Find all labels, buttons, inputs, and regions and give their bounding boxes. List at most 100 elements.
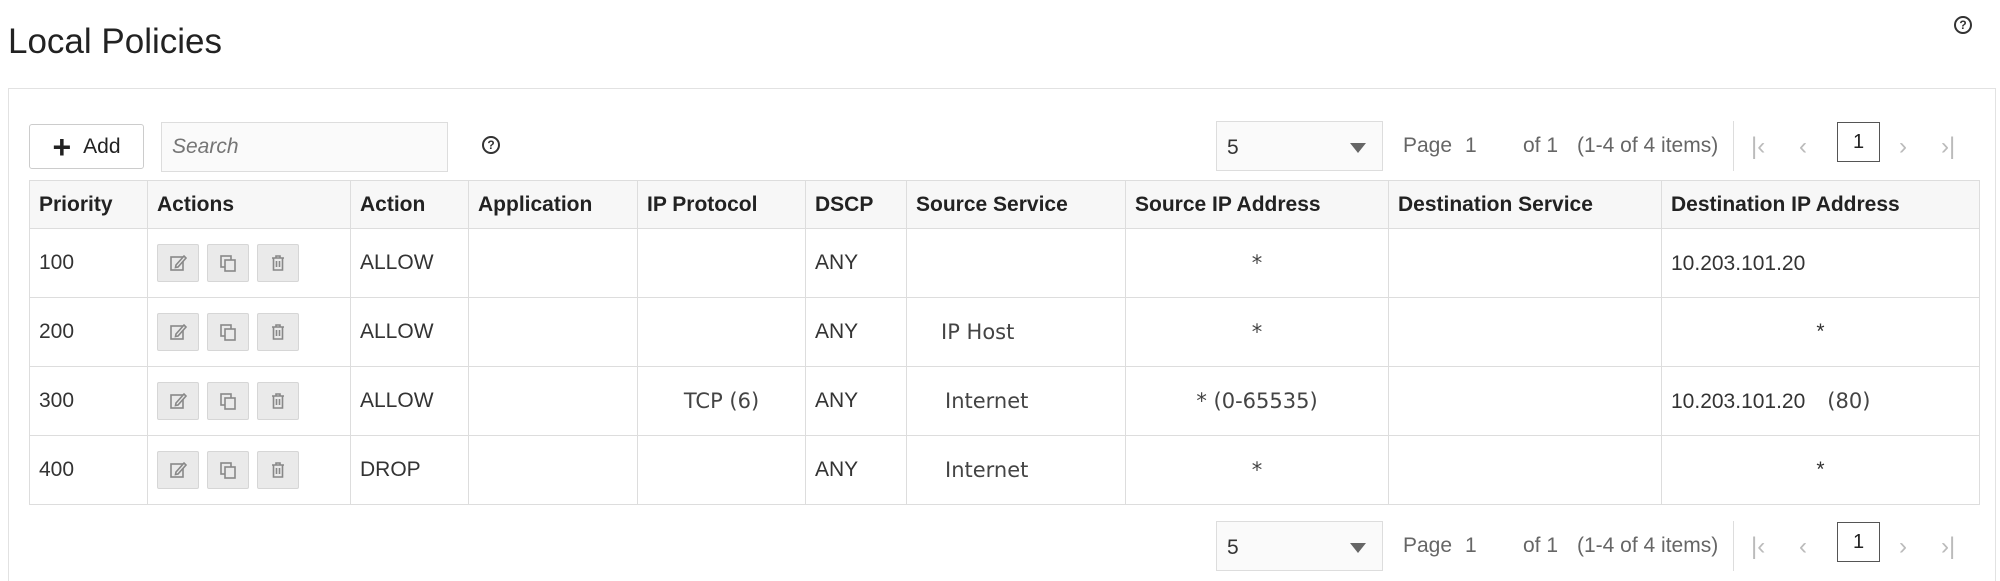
cell-ip-protocol bbox=[637, 297, 806, 367]
cell-destination-service bbox=[1388, 297, 1662, 367]
page-size-value: 5 bbox=[1227, 136, 1239, 159]
search-help-icon[interactable]: ? bbox=[482, 136, 500, 154]
destination-ip-value: * bbox=[1816, 320, 1825, 343]
column-header-source-service[interactable]: Source Service bbox=[906, 180, 1126, 229]
edit-icon[interactable] bbox=[157, 244, 199, 282]
next-page-icon[interactable]: › bbox=[1899, 133, 1907, 161]
last-page-icon[interactable]: ›| bbox=[1941, 533, 1955, 561]
page-size-value: 5 bbox=[1227, 536, 1239, 559]
cell-action: ALLOW bbox=[350, 228, 469, 298]
cell-dscp: ANY bbox=[805, 297, 907, 367]
table-row: 200 ALLOW ANY IP Host * * bbox=[29, 297, 1980, 367]
trash-icon[interactable] bbox=[257, 451, 299, 489]
cell-dscp: ANY bbox=[805, 228, 907, 298]
cell-dscp: ANY bbox=[805, 366, 907, 436]
cell-priority: 100 bbox=[29, 228, 148, 298]
cell-source-service bbox=[906, 228, 1126, 298]
cell-action: DROP bbox=[350, 435, 469, 505]
copy-icon[interactable] bbox=[207, 382, 249, 420]
column-header-destination-service[interactable]: Destination Service bbox=[1388, 180, 1662, 229]
column-header-destination-ip[interactable]: Destination IP Address bbox=[1661, 180, 1980, 229]
table-row: 300 ALLOW TCP (6) ANY Internet * (0-6553… bbox=[29, 366, 1980, 436]
pager-divider bbox=[1733, 121, 1734, 171]
cell-application bbox=[468, 228, 638, 298]
page-of-label: of 1 bbox=[1523, 534, 1559, 557]
column-header-actions: Actions bbox=[147, 180, 351, 229]
prev-page-icon[interactable]: ‹ bbox=[1799, 133, 1807, 161]
cell-ip-protocol bbox=[637, 435, 806, 505]
cell-application bbox=[468, 297, 638, 367]
page-title: Local Policies bbox=[8, 22, 222, 61]
cell-source-ip: * bbox=[1125, 297, 1389, 367]
cell-application bbox=[468, 366, 638, 436]
column-header-priority[interactable]: Priority bbox=[29, 180, 148, 229]
first-page-icon[interactable]: |‹ bbox=[1751, 533, 1765, 561]
page-of-label: of 1 bbox=[1523, 134, 1559, 157]
last-page-icon[interactable]: ›| bbox=[1941, 133, 1955, 161]
page-size-select[interactable]: 5 bbox=[1216, 521, 1383, 571]
page-label: Page bbox=[1403, 534, 1453, 557]
copy-icon[interactable] bbox=[207, 313, 249, 351]
cell-destination-ip: * bbox=[1661, 297, 1980, 367]
edit-icon[interactable] bbox=[157, 451, 199, 489]
column-header-source-ip[interactable]: Source IP Address bbox=[1125, 180, 1389, 229]
edit-icon[interactable] bbox=[157, 382, 199, 420]
cell-source-service: Internet bbox=[906, 366, 1126, 436]
cell-ip-protocol bbox=[637, 228, 806, 298]
cell-action: ALLOW bbox=[350, 297, 469, 367]
page-label: Page bbox=[1403, 134, 1453, 157]
cell-dscp: ANY bbox=[805, 435, 907, 505]
copy-icon[interactable] bbox=[207, 244, 249, 282]
cell-destination-service bbox=[1388, 366, 1662, 436]
cell-priority: 200 bbox=[29, 297, 148, 367]
destination-port: (80) bbox=[1827, 388, 1871, 413]
cell-destination-service bbox=[1388, 435, 1662, 505]
items-count-label: (1-4 of 4 items) bbox=[1577, 134, 1719, 157]
column-header-ip-protocol[interactable]: IP Protocol bbox=[637, 180, 806, 229]
page-number: 1 bbox=[1465, 534, 1477, 557]
current-page-box[interactable]: 1 bbox=[1837, 522, 1880, 562]
pager-divider bbox=[1733, 521, 1734, 571]
current-page-box[interactable]: 1 bbox=[1837, 122, 1880, 162]
first-page-icon[interactable]: |‹ bbox=[1751, 133, 1765, 161]
policies-table: Priority Actions Action Application IP P… bbox=[29, 180, 1980, 505]
cell-destination-service bbox=[1388, 228, 1662, 298]
cell-ip-protocol: TCP (6) bbox=[637, 366, 806, 436]
search-input[interactable] bbox=[161, 122, 448, 172]
prev-page-icon[interactable]: ‹ bbox=[1799, 533, 1807, 561]
page-size-select[interactable]: 5 bbox=[1216, 121, 1383, 171]
cell-source-ip: * bbox=[1125, 228, 1389, 298]
pager-bottom: 5 Page 1 of 1 (1-4 of 4 items) |‹ ‹ 1 › … bbox=[1216, 521, 1976, 571]
next-page-icon[interactable]: › bbox=[1899, 533, 1907, 561]
plus-icon: + bbox=[52, 128, 72, 165]
column-header-application[interactable]: Application bbox=[468, 180, 638, 229]
items-count-label: (1-4 of 4 items) bbox=[1577, 534, 1719, 557]
edit-icon[interactable] bbox=[157, 313, 199, 351]
cell-source-service: Internet bbox=[906, 435, 1126, 505]
destination-ip-value: 10.203.101.20 bbox=[1671, 389, 1806, 413]
cell-source-service: IP Host bbox=[906, 297, 1126, 367]
cell-actions bbox=[147, 435, 351, 505]
chevron-down-icon bbox=[1350, 143, 1366, 153]
cell-source-ip: * bbox=[1125, 435, 1389, 505]
destination-ip-value: 10.203.101.20 bbox=[1671, 251, 1806, 275]
trash-icon[interactable] bbox=[257, 382, 299, 420]
column-header-action[interactable]: Action bbox=[350, 180, 469, 229]
cell-source-ip: * (0-65535) bbox=[1125, 366, 1389, 436]
page-number: 1 bbox=[1465, 134, 1477, 157]
cell-application bbox=[468, 435, 638, 505]
chevron-down-icon bbox=[1350, 543, 1366, 553]
cell-actions bbox=[147, 366, 351, 436]
copy-icon[interactable] bbox=[207, 451, 249, 489]
page-help-icon[interactable]: ? bbox=[1954, 16, 1972, 34]
toolbar: + Add ? 5 Page 1 of 1 (1-4 of 4 items) |… bbox=[29, 121, 1979, 173]
trash-icon[interactable] bbox=[257, 244, 299, 282]
column-header-dscp[interactable]: DSCP bbox=[805, 180, 907, 229]
trash-icon[interactable] bbox=[257, 313, 299, 351]
add-button[interactable]: + Add bbox=[29, 124, 144, 169]
cell-actions bbox=[147, 297, 351, 367]
cell-destination-ip: 10.203.101.20 (80) bbox=[1661, 366, 1980, 436]
cell-priority: 300 bbox=[29, 366, 148, 436]
cell-actions bbox=[147, 228, 351, 298]
policies-card: + Add ? 5 Page 1 of 1 (1-4 of 4 items) |… bbox=[8, 88, 1996, 581]
